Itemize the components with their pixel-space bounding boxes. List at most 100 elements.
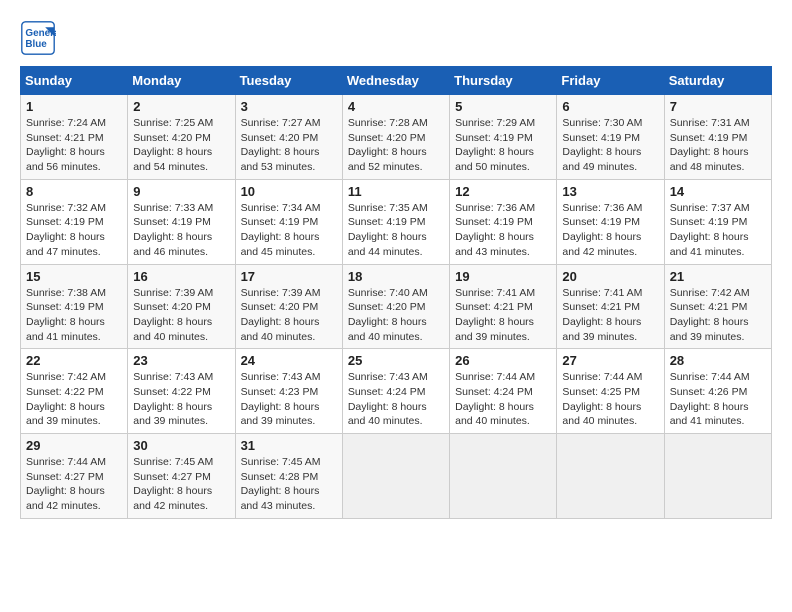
day-info: Sunrise: 7:43 AMSunset: 4:24 PMDaylight:…	[348, 371, 428, 427]
calendar-day-cell: 12 Sunrise: 7:36 AMSunset: 4:19 PMDaylig…	[450, 179, 557, 264]
day-info: Sunrise: 7:44 AMSunset: 4:24 PMDaylight:…	[455, 371, 535, 427]
day-info: Sunrise: 7:30 AMSunset: 4:19 PMDaylight:…	[562, 117, 642, 173]
day-info: Sunrise: 7:29 AMSunset: 4:19 PMDaylight:…	[455, 117, 535, 173]
day-info: Sunrise: 7:25 AMSunset: 4:20 PMDaylight:…	[133, 117, 213, 173]
day-info: Sunrise: 7:24 AMSunset: 4:21 PMDaylight:…	[26, 117, 106, 173]
weekday-header: Wednesday	[342, 67, 449, 95]
day-number: 26	[455, 353, 551, 368]
calendar-day-cell: 27 Sunrise: 7:44 AMSunset: 4:25 PMDaylig…	[557, 349, 664, 434]
day-number: 1	[26, 99, 122, 114]
day-number: 17	[241, 269, 337, 284]
day-number: 4	[348, 99, 444, 114]
day-number: 23	[133, 353, 229, 368]
calendar-header: SundayMondayTuesdayWednesdayThursdayFrid…	[21, 67, 772, 95]
day-info: Sunrise: 7:37 AMSunset: 4:19 PMDaylight:…	[670, 202, 750, 258]
calendar-day-cell	[664, 434, 771, 519]
day-info: Sunrise: 7:39 AMSunset: 4:20 PMDaylight:…	[133, 287, 213, 343]
day-info: Sunrise: 7:36 AMSunset: 4:19 PMDaylight:…	[455, 202, 535, 258]
weekday-header: Thursday	[450, 67, 557, 95]
day-info: Sunrise: 7:45 AMSunset: 4:27 PMDaylight:…	[133, 456, 213, 512]
day-number: 8	[26, 184, 122, 199]
calendar-body: 1 Sunrise: 7:24 AMSunset: 4:21 PMDayligh…	[21, 95, 772, 519]
day-info: Sunrise: 7:28 AMSunset: 4:20 PMDaylight:…	[348, 117, 428, 173]
calendar-table: SundayMondayTuesdayWednesdayThursdayFrid…	[20, 66, 772, 519]
day-number: 31	[241, 438, 337, 453]
logo: General Blue	[20, 20, 60, 56]
logo-icon: General Blue	[20, 20, 56, 56]
calendar-day-cell: 23 Sunrise: 7:43 AMSunset: 4:22 PMDaylig…	[128, 349, 235, 434]
day-info: Sunrise: 7:31 AMSunset: 4:19 PMDaylight:…	[670, 117, 750, 173]
calendar-day-cell: 20 Sunrise: 7:41 AMSunset: 4:21 PMDaylig…	[557, 264, 664, 349]
day-number: 22	[26, 353, 122, 368]
calendar-day-cell: 16 Sunrise: 7:39 AMSunset: 4:20 PMDaylig…	[128, 264, 235, 349]
svg-text:Blue: Blue	[25, 39, 47, 50]
day-number: 15	[26, 269, 122, 284]
calendar-week-row: 8 Sunrise: 7:32 AMSunset: 4:19 PMDayligh…	[21, 179, 772, 264]
day-info: Sunrise: 7:42 AMSunset: 4:21 PMDaylight:…	[670, 287, 750, 343]
day-number: 28	[670, 353, 766, 368]
day-number: 13	[562, 184, 658, 199]
day-number: 6	[562, 99, 658, 114]
calendar-day-cell: 13 Sunrise: 7:36 AMSunset: 4:19 PMDaylig…	[557, 179, 664, 264]
calendar-day-cell: 28 Sunrise: 7:44 AMSunset: 4:26 PMDaylig…	[664, 349, 771, 434]
day-number: 16	[133, 269, 229, 284]
calendar-day-cell: 11 Sunrise: 7:35 AMSunset: 4:19 PMDaylig…	[342, 179, 449, 264]
calendar-day-cell	[450, 434, 557, 519]
calendar-day-cell: 8 Sunrise: 7:32 AMSunset: 4:19 PMDayligh…	[21, 179, 128, 264]
calendar-day-cell: 10 Sunrise: 7:34 AMSunset: 4:19 PMDaylig…	[235, 179, 342, 264]
calendar-day-cell: 7 Sunrise: 7:31 AMSunset: 4:19 PMDayligh…	[664, 95, 771, 180]
day-number: 5	[455, 99, 551, 114]
calendar-week-row: 1 Sunrise: 7:24 AMSunset: 4:21 PMDayligh…	[21, 95, 772, 180]
day-number: 30	[133, 438, 229, 453]
day-info: Sunrise: 7:45 AMSunset: 4:28 PMDaylight:…	[241, 456, 321, 512]
calendar-week-row: 29 Sunrise: 7:44 AMSunset: 4:27 PMDaylig…	[21, 434, 772, 519]
day-number: 20	[562, 269, 658, 284]
day-number: 3	[241, 99, 337, 114]
day-number: 18	[348, 269, 444, 284]
calendar-day-cell: 30 Sunrise: 7:45 AMSunset: 4:27 PMDaylig…	[128, 434, 235, 519]
day-info: Sunrise: 7:44 AMSunset: 4:26 PMDaylight:…	[670, 371, 750, 427]
calendar-day-cell: 24 Sunrise: 7:43 AMSunset: 4:23 PMDaylig…	[235, 349, 342, 434]
calendar-week-row: 22 Sunrise: 7:42 AMSunset: 4:22 PMDaylig…	[21, 349, 772, 434]
calendar-day-cell: 25 Sunrise: 7:43 AMSunset: 4:24 PMDaylig…	[342, 349, 449, 434]
day-number: 25	[348, 353, 444, 368]
day-info: Sunrise: 7:33 AMSunset: 4:19 PMDaylight:…	[133, 202, 213, 258]
calendar-day-cell: 29 Sunrise: 7:44 AMSunset: 4:27 PMDaylig…	[21, 434, 128, 519]
day-info: Sunrise: 7:41 AMSunset: 4:21 PMDaylight:…	[455, 287, 535, 343]
calendar-day-cell: 21 Sunrise: 7:42 AMSunset: 4:21 PMDaylig…	[664, 264, 771, 349]
calendar-day-cell: 4 Sunrise: 7:28 AMSunset: 4:20 PMDayligh…	[342, 95, 449, 180]
day-number: 14	[670, 184, 766, 199]
day-info: Sunrise: 7:44 AMSunset: 4:27 PMDaylight:…	[26, 456, 106, 512]
calendar-day-cell: 6 Sunrise: 7:30 AMSunset: 4:19 PMDayligh…	[557, 95, 664, 180]
weekday-header: Sunday	[21, 67, 128, 95]
calendar-day-cell: 1 Sunrise: 7:24 AMSunset: 4:21 PMDayligh…	[21, 95, 128, 180]
day-info: Sunrise: 7:44 AMSunset: 4:25 PMDaylight:…	[562, 371, 642, 427]
calendar-day-cell: 9 Sunrise: 7:33 AMSunset: 4:19 PMDayligh…	[128, 179, 235, 264]
calendar-day-cell: 26 Sunrise: 7:44 AMSunset: 4:24 PMDaylig…	[450, 349, 557, 434]
calendar-week-row: 15 Sunrise: 7:38 AMSunset: 4:19 PMDaylig…	[21, 264, 772, 349]
day-number: 9	[133, 184, 229, 199]
calendar-day-cell: 31 Sunrise: 7:45 AMSunset: 4:28 PMDaylig…	[235, 434, 342, 519]
calendar-day-cell: 17 Sunrise: 7:39 AMSunset: 4:20 PMDaylig…	[235, 264, 342, 349]
day-number: 21	[670, 269, 766, 284]
day-number: 10	[241, 184, 337, 199]
calendar-day-cell: 18 Sunrise: 7:40 AMSunset: 4:20 PMDaylig…	[342, 264, 449, 349]
weekday-header: Saturday	[664, 67, 771, 95]
calendar-day-cell: 14 Sunrise: 7:37 AMSunset: 4:19 PMDaylig…	[664, 179, 771, 264]
day-info: Sunrise: 7:36 AMSunset: 4:19 PMDaylight:…	[562, 202, 642, 258]
day-number: 12	[455, 184, 551, 199]
day-info: Sunrise: 7:43 AMSunset: 4:23 PMDaylight:…	[241, 371, 321, 427]
header-row: SundayMondayTuesdayWednesdayThursdayFrid…	[21, 67, 772, 95]
weekday-header: Friday	[557, 67, 664, 95]
weekday-header: Monday	[128, 67, 235, 95]
day-info: Sunrise: 7:39 AMSunset: 4:20 PMDaylight:…	[241, 287, 321, 343]
day-number: 11	[348, 184, 444, 199]
day-number: 2	[133, 99, 229, 114]
day-number: 27	[562, 353, 658, 368]
calendar-day-cell	[342, 434, 449, 519]
calendar-day-cell: 22 Sunrise: 7:42 AMSunset: 4:22 PMDaylig…	[21, 349, 128, 434]
day-info: Sunrise: 7:35 AMSunset: 4:19 PMDaylight:…	[348, 202, 428, 258]
calendar-day-cell: 3 Sunrise: 7:27 AMSunset: 4:20 PMDayligh…	[235, 95, 342, 180]
calendar-day-cell	[557, 434, 664, 519]
day-info: Sunrise: 7:32 AMSunset: 4:19 PMDaylight:…	[26, 202, 106, 258]
